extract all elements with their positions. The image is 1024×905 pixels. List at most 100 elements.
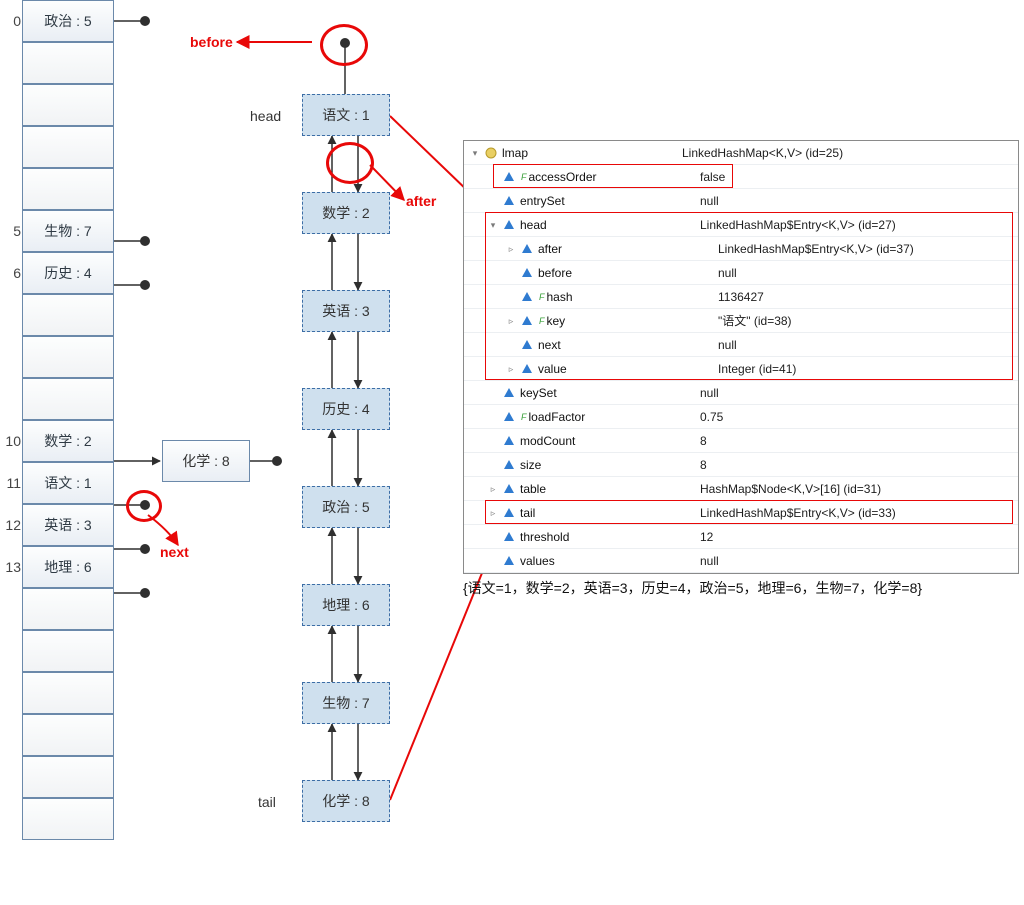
- debug-field-name: key: [547, 309, 566, 333]
- bucket-index: 10: [3, 433, 21, 449]
- bucket-index: 11: [3, 475, 21, 491]
- next-circle-marker: [126, 490, 162, 522]
- bucket-index: 6: [3, 265, 21, 281]
- bucket-filled: 生物 : 75: [22, 210, 114, 252]
- debug-field-name: size: [520, 453, 541, 477]
- linked-list-node-label: 英语 : 3: [322, 301, 369, 321]
- field-icon: [520, 314, 534, 328]
- tree-twisty-icon: [486, 530, 500, 544]
- field-icon: [502, 218, 516, 232]
- tree-twisty-icon[interactable]: ▹: [486, 482, 500, 496]
- debug-row[interactable]: keySet null: [464, 381, 1018, 405]
- linked-list-node-label: 数学 : 2: [322, 203, 369, 223]
- debug-field-name: hash: [547, 285, 573, 309]
- debug-row-root[interactable]: ▾lmapLinkedHashMap<K,V> (id=25): [464, 141, 1018, 165]
- overflow-node: 化学 : 8: [162, 440, 250, 482]
- tree-twisty-icon[interactable]: ▾: [486, 218, 500, 232]
- debug-row[interactable]: ▹ table HashMap$Node<K,V>[16] (id=31): [464, 477, 1018, 501]
- bucket-empty: [22, 588, 114, 630]
- debug-field-value: 0.75: [696, 405, 1018, 429]
- field-icon: [520, 362, 534, 376]
- bucket-empty: [22, 714, 114, 756]
- hash-table: 政治 : 50生物 : 75历史 : 46数学 : 210语文 : 111英语 …: [22, 0, 114, 840]
- null-dot: [140, 16, 150, 26]
- tree-twisty-icon[interactable]: ▹: [504, 314, 518, 328]
- tree-twisty-icon: [504, 290, 518, 304]
- debug-row[interactable]: Fhash1136427: [464, 285, 1018, 309]
- debug-row[interactable]: FloadFactor0.75: [464, 405, 1018, 429]
- bucket-empty: [22, 126, 114, 168]
- linked-list-node: 历史 : 4: [302, 388, 390, 430]
- debug-row[interactable]: ▹valueInteger (id=41): [464, 357, 1018, 381]
- debug-row[interactable]: entrySetnull: [464, 189, 1018, 213]
- tree-twisty-icon[interactable]: ▾: [468, 146, 482, 160]
- debug-field-name: keySet: [520, 381, 557, 405]
- linked-list-node: 生物 : 7: [302, 682, 390, 724]
- debug-row[interactable]: ▹afterLinkedHashMap$Entry<K,V> (id=37): [464, 237, 1018, 261]
- tree-twisty-icon: [486, 458, 500, 472]
- bucket-label: 数学 : 2: [44, 431, 91, 451]
- bucket-filled: 政治 : 50: [22, 0, 114, 42]
- debug-row[interactable]: ▹Fkey"语文" (id=38): [464, 309, 1018, 333]
- bucket-label: 政治 : 5: [44, 11, 91, 31]
- debug-row[interactable]: FaccessOrderfalse: [464, 165, 1018, 189]
- debug-field-value: HashMap$Node<K,V>[16] (id=31): [696, 477, 1018, 501]
- bucket-filled: 历史 : 46: [22, 252, 114, 294]
- debug-field-value: LinkedHashMap$Entry<K,V> (id=33): [696, 501, 1018, 525]
- field-icon: [502, 434, 516, 448]
- null-dot: [140, 236, 150, 246]
- debug-field-name: threshold: [520, 525, 569, 549]
- tree-twisty-icon[interactable]: ▹: [504, 242, 518, 256]
- after-circle-marker: [326, 142, 374, 184]
- linked-list-node-label: 生物 : 7: [322, 693, 369, 713]
- debug-row[interactable]: next null: [464, 333, 1018, 357]
- debug-field-name: loadFactor: [529, 405, 586, 429]
- head-label: head: [250, 108, 281, 124]
- field-icon: [502, 458, 516, 472]
- next-annotation: next: [160, 544, 189, 560]
- debug-row[interactable]: threshold 12: [464, 525, 1018, 549]
- debug-row[interactable]: beforenull: [464, 261, 1018, 285]
- after-annotation: after: [406, 193, 436, 209]
- debug-row[interactable]: ▹tailLinkedHashMap$Entry<K,V> (id=33): [464, 501, 1018, 525]
- tree-twisty-icon: [504, 338, 518, 352]
- bucket-label: 地理 : 6: [44, 557, 91, 577]
- debug-row[interactable]: modCount8: [464, 429, 1018, 453]
- linked-list-node-label: 历史 : 4: [322, 399, 369, 419]
- linked-list-node: 化学 : 8: [302, 780, 390, 822]
- linked-list-node: 英语 : 3: [302, 290, 390, 332]
- bucket-empty: [22, 294, 114, 336]
- null-dot: [272, 456, 282, 466]
- linked-list-node: 政治 : 5: [302, 486, 390, 528]
- field-icon: [502, 554, 516, 568]
- field-icon: [502, 530, 516, 544]
- diagram-stage: 政治 : 50生物 : 75历史 : 46数学 : 210语文 : 111英语 …: [0, 0, 1024, 905]
- tree-twisty-icon: [504, 266, 518, 280]
- debug-field-value: 12: [696, 525, 1018, 549]
- tree-twisty-icon[interactable]: ▹: [486, 506, 500, 520]
- linked-list-node-label: 语文 : 1: [322, 105, 369, 125]
- null-dot: [140, 280, 150, 290]
- bucket-empty: [22, 84, 114, 126]
- debug-field-name: modCount: [520, 429, 575, 453]
- linked-list-node-label: 化学 : 8: [322, 791, 369, 811]
- bucket-empty: [22, 168, 114, 210]
- bucket-empty: [22, 378, 114, 420]
- bucket-label: 英语 : 3: [44, 515, 91, 535]
- tree-twisty-icon: [486, 170, 500, 184]
- debug-field-name: value: [538, 357, 567, 381]
- debug-field-name: table: [520, 477, 546, 501]
- debug-field-value: null: [714, 333, 1018, 357]
- debug-row[interactable]: size8: [464, 453, 1018, 477]
- debug-field-value: null: [696, 381, 1018, 405]
- tree-twisty-icon[interactable]: ▹: [504, 362, 518, 376]
- debug-row[interactable]: ▾headLinkedHashMap$Entry<K,V> (id=27): [464, 213, 1018, 237]
- bucket-empty: [22, 630, 114, 672]
- debug-field-name: next: [538, 333, 561, 357]
- debug-field-name: head: [520, 213, 547, 237]
- debug-row[interactable]: valuesnull: [464, 549, 1018, 573]
- field-icon: [502, 170, 516, 184]
- bucket-label: 语文 : 1: [44, 473, 91, 493]
- null-dot: [140, 588, 150, 598]
- debug-field-name: before: [538, 261, 572, 285]
